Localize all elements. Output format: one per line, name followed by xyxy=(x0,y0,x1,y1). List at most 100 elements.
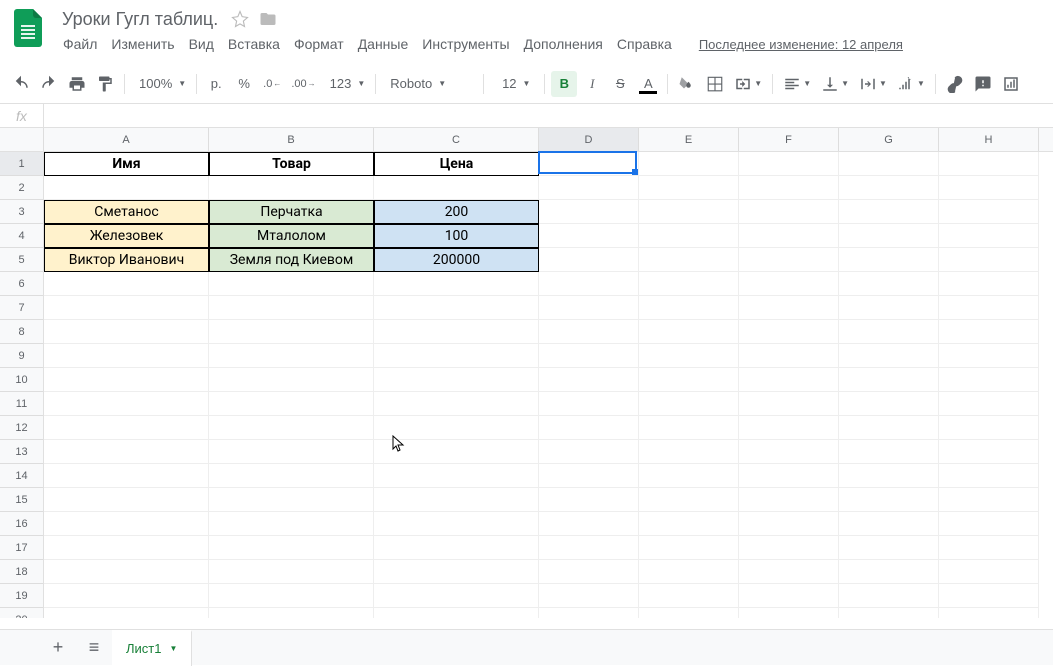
row-header-9[interactable]: 9 xyxy=(0,344,43,368)
cell-F14[interactable] xyxy=(739,464,839,488)
cell-A7[interactable] xyxy=(44,296,209,320)
cell-F9[interactable] xyxy=(739,344,839,368)
cell-B8[interactable] xyxy=(209,320,374,344)
cell-H4[interactable] xyxy=(939,224,1039,248)
cell-D5[interactable] xyxy=(539,248,639,272)
cell-E18[interactable] xyxy=(639,560,739,584)
cell-F20[interactable] xyxy=(739,608,839,618)
cell-D11[interactable] xyxy=(539,392,639,416)
cell-F4[interactable] xyxy=(739,224,839,248)
cell-G11[interactable] xyxy=(839,392,939,416)
cell-D10[interactable] xyxy=(539,368,639,392)
cell-C4[interactable]: 100 xyxy=(374,224,539,248)
cell-D18[interactable] xyxy=(539,560,639,584)
cell-D9[interactable] xyxy=(539,344,639,368)
cell-A6[interactable] xyxy=(44,272,209,296)
cell-F19[interactable] xyxy=(739,584,839,608)
row-header-3[interactable]: 3 xyxy=(0,200,43,224)
cell-H10[interactable] xyxy=(939,368,1039,392)
cell-C5[interactable]: 200000 xyxy=(374,248,539,272)
cell-E6[interactable] xyxy=(639,272,739,296)
cell-F5[interactable] xyxy=(739,248,839,272)
bold-button[interactable]: B xyxy=(551,71,577,97)
cell-E13[interactable] xyxy=(639,440,739,464)
row-header-6[interactable]: 6 xyxy=(0,272,43,296)
rotate-button[interactable]: ▼ xyxy=(893,71,929,97)
cell-H16[interactable] xyxy=(939,512,1039,536)
cell-H5[interactable] xyxy=(939,248,1039,272)
cell-D1[interactable] xyxy=(539,152,639,176)
cell-F6[interactable] xyxy=(739,272,839,296)
cell-A15[interactable] xyxy=(44,488,209,512)
row-header-1[interactable]: 1 xyxy=(0,152,43,176)
cell-B16[interactable] xyxy=(209,512,374,536)
cell-H12[interactable] xyxy=(939,416,1039,440)
cell-C9[interactable] xyxy=(374,344,539,368)
cell-C10[interactable] xyxy=(374,368,539,392)
cell-G8[interactable] xyxy=(839,320,939,344)
cell-G18[interactable] xyxy=(839,560,939,584)
cell-D20[interactable] xyxy=(539,608,639,618)
strikethrough-button[interactable]: S xyxy=(607,71,633,97)
cell-B5[interactable]: Земля под Киевом xyxy=(209,248,374,272)
cell-F7[interactable] xyxy=(739,296,839,320)
cell-H6[interactable] xyxy=(939,272,1039,296)
cell-A11[interactable] xyxy=(44,392,209,416)
row-header-8[interactable]: 8 xyxy=(0,320,43,344)
row-header-20[interactable]: 20 xyxy=(0,608,43,618)
cell-E20[interactable] xyxy=(639,608,739,618)
cell-A19[interactable] xyxy=(44,584,209,608)
cell-F16[interactable] xyxy=(739,512,839,536)
col-header-B[interactable]: B xyxy=(209,128,374,151)
font-size-combo[interactable]: 12▼ xyxy=(490,71,538,97)
col-header-C[interactable]: C xyxy=(374,128,539,151)
row-header-15[interactable]: 15 xyxy=(0,488,43,512)
cell-A10[interactable] xyxy=(44,368,209,392)
borders-button[interactable] xyxy=(702,71,728,97)
cell-C8[interactable] xyxy=(374,320,539,344)
sheet-tab[interactable]: Лист1 ▼ xyxy=(112,630,192,666)
cell-G5[interactable] xyxy=(839,248,939,272)
cell-H8[interactable] xyxy=(939,320,1039,344)
print-button[interactable] xyxy=(64,71,90,97)
folder-icon[interactable] xyxy=(256,7,280,31)
cell-B11[interactable] xyxy=(209,392,374,416)
cell-B1[interactable]: Товар xyxy=(209,152,374,176)
cell-E16[interactable] xyxy=(639,512,739,536)
cell-D15[interactable] xyxy=(539,488,639,512)
cell-C19[interactable] xyxy=(374,584,539,608)
cell-C12[interactable] xyxy=(374,416,539,440)
comment-button[interactable] xyxy=(970,71,996,97)
cell-A3[interactable]: Сметанос xyxy=(44,200,209,224)
cell-H14[interactable] xyxy=(939,464,1039,488)
decrease-decimal-button[interactable]: .0← xyxy=(259,71,285,97)
cell-G15[interactable] xyxy=(839,488,939,512)
cell-D4[interactable] xyxy=(539,224,639,248)
doc-title[interactable]: Уроки Гугл таблиц. xyxy=(56,7,224,32)
row-header-16[interactable]: 16 xyxy=(0,512,43,536)
cell-C2[interactable] xyxy=(374,176,539,200)
menu-help[interactable]: Справка xyxy=(610,32,679,56)
cell-D17[interactable] xyxy=(539,536,639,560)
add-sheet-button[interactable]: + xyxy=(40,630,76,666)
cell-G14[interactable] xyxy=(839,464,939,488)
cell-H9[interactable] xyxy=(939,344,1039,368)
cell-A1[interactable]: Имя xyxy=(44,152,209,176)
row-header-17[interactable]: 17 xyxy=(0,536,43,560)
cell-E7[interactable] xyxy=(639,296,739,320)
cell-H11[interactable] xyxy=(939,392,1039,416)
menu-addons[interactable]: Дополнения xyxy=(517,32,610,56)
cell-E4[interactable] xyxy=(639,224,739,248)
row-header-13[interactable]: 13 xyxy=(0,440,43,464)
cell-H20[interactable] xyxy=(939,608,1039,618)
cell-B10[interactable] xyxy=(209,368,374,392)
cell-A4[interactable]: Железовек xyxy=(44,224,209,248)
cell-E14[interactable] xyxy=(639,464,739,488)
cell-B15[interactable] xyxy=(209,488,374,512)
cell-E19[interactable] xyxy=(639,584,739,608)
cell-H13[interactable] xyxy=(939,440,1039,464)
cell-H3[interactable] xyxy=(939,200,1039,224)
cell-E2[interactable] xyxy=(639,176,739,200)
cell-D3[interactable] xyxy=(539,200,639,224)
cell-B13[interactable] xyxy=(209,440,374,464)
